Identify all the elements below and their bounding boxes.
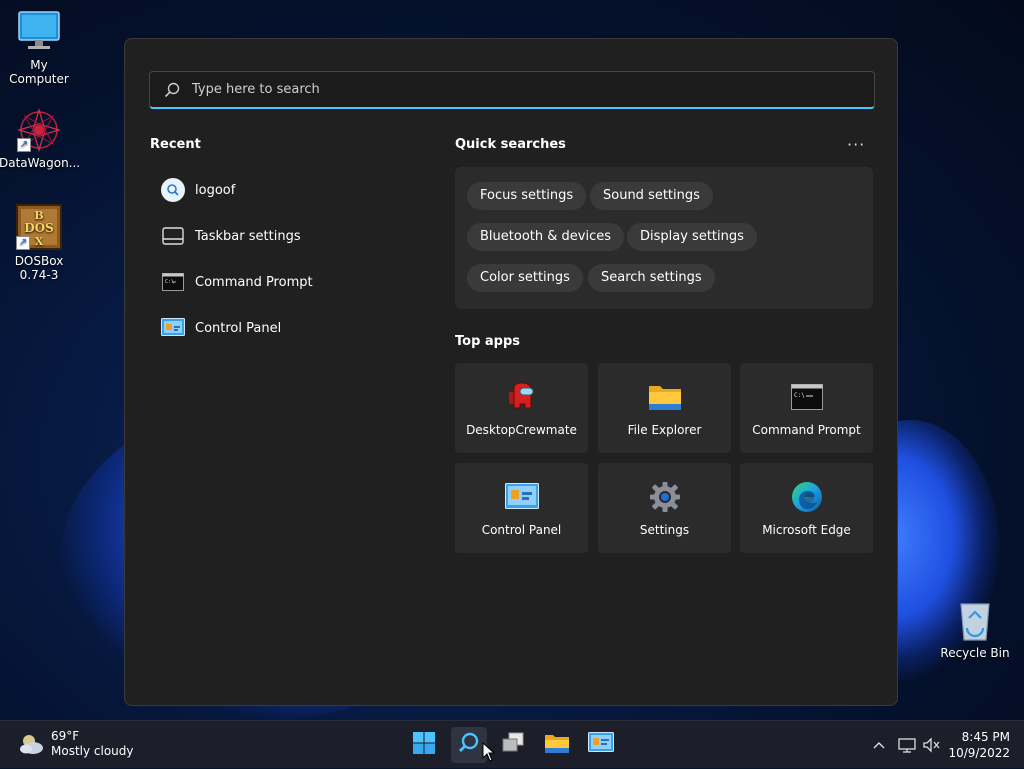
app-tile-command-prompt[interactable]: C:\ Command Prompt <box>740 363 873 453</box>
folder-icon <box>544 732 570 758</box>
recent-item-command-prompt[interactable]: C:\ Command Prompt <box>151 259 421 305</box>
show-hidden-icons-button[interactable] <box>872 721 886 769</box>
taskbar-file-explorer[interactable] <box>539 727 575 763</box>
app-tile-label: File Explorer <box>627 423 702 437</box>
start-button[interactable] <box>406 727 442 763</box>
recent-item-label: logoof <box>195 182 236 198</box>
app-tile-label: Control Panel <box>481 523 562 537</box>
recent-item-logoof[interactable]: logoof <box>151 167 421 213</box>
svg-text:DOS: DOS <box>24 221 54 235</box>
recent-item-label: Command Prompt <box>195 274 313 290</box>
search-icon <box>161 178 185 202</box>
folder-icon <box>647 379 683 415</box>
command-prompt-icon: C:\ <box>789 379 825 415</box>
clock-time: 8:45 PM <box>961 730 1010 744</box>
chip-sound-settings[interactable]: Sound settings <box>590 182 713 210</box>
task-view-icon <box>501 732 525 758</box>
chip-search-settings[interactable]: Search settings <box>588 264 715 292</box>
weather-desc: Mostly cloudy <box>51 744 134 758</box>
app-tile-desktopcrewmate[interactable]: DesktopCrewmate <box>455 363 588 453</box>
edge-icon <box>789 479 825 515</box>
app-tile-label: DesktopCrewmate <box>466 423 577 437</box>
recent-item-control-panel[interactable]: Control Panel <box>151 305 421 351</box>
chip-display-settings[interactable]: Display settings <box>627 223 757 251</box>
more-options-button[interactable]: ··· <box>847 135 865 154</box>
network-icon <box>898 738 916 753</box>
control-panel-icon <box>588 732 614 758</box>
datawagon-icon: ↗ <box>16 107 62 153</box>
desktop-icon-label: Recycle Bin <box>940 646 1010 660</box>
control-panel-icon <box>161 316 185 340</box>
volume-muted-icon <box>923 737 940 753</box>
task-view-button[interactable] <box>495 727 531 763</box>
svg-text:X: X <box>35 235 44 248</box>
app-tile-control-panel[interactable]: Control Panel <box>455 463 588 553</box>
search-input[interactable] <box>190 81 794 98</box>
desktop-icon-recycle-bin[interactable]: Recycle Bin <box>935 598 1015 660</box>
app-tile-file-explorer[interactable]: File Explorer <box>598 363 731 453</box>
windows-logo-icon <box>412 731 436 759</box>
clock-date: 10/9/2022 <box>948 746 1010 760</box>
search-box[interactable] <box>149 71 875 109</box>
shortcut-arrow-icon: ↗ <box>16 236 30 250</box>
taskbar-control-panel[interactable] <box>583 727 619 763</box>
app-tile-settings[interactable]: Settings <box>598 463 731 553</box>
chevron-up-icon <box>873 742 885 749</box>
command-prompt-icon: C:\ <box>161 270 185 294</box>
desktop-icon-label: My Computer <box>9 58 69 86</box>
recent-title: Recent <box>150 137 201 152</box>
desktop-icon-label: DOSBox 0.74-3 <box>14 254 64 282</box>
search-panel: Recent logoof Taskbar settings C:\ Comma… <box>124 38 898 706</box>
desktop-icon-label: DataWagon... <box>0 156 81 170</box>
monitor-icon <box>17 10 61 54</box>
chip-bluetooth-devices[interactable]: Bluetooth & devices <box>467 223 624 251</box>
desktop-icon-dosbox[interactable]: B DOS X ↗ DOSBox 0.74-3 <box>0 204 79 282</box>
desktop-icon-my-computer[interactable]: My Computer <box>0 10 79 86</box>
gear-icon <box>647 479 683 515</box>
clock[interactable]: 8:45 PM 10/9/2022 <box>948 729 1010 761</box>
chip-color-settings[interactable]: Color settings <box>467 264 583 292</box>
quick-searches-box: Focus settings Sound settings Bluetooth … <box>455 167 873 309</box>
recent-list: logoof Taskbar settings C:\ Command Prom… <box>151 167 421 351</box>
svg-text:C:\: C:\ <box>794 392 805 399</box>
search-icon <box>164 82 180 98</box>
recent-item-label: Taskbar settings <box>195 228 301 244</box>
network-button[interactable] <box>898 721 916 769</box>
app-tile-microsoft-edge[interactable]: Microsoft Edge <box>740 463 873 553</box>
taskbar-icon <box>161 224 185 248</box>
desktop-icon-datawagon[interactable]: ↗ DataWagon... <box>0 107 81 170</box>
crewmate-icon <box>504 379 540 415</box>
cloudy-moon-icon <box>18 733 44 755</box>
app-tile-label: Microsoft Edge <box>762 523 851 537</box>
app-tile-label: Settings <box>639 523 690 537</box>
chip-focus-settings[interactable]: Focus settings <box>467 182 587 210</box>
quick-searches-title: Quick searches <box>455 137 566 152</box>
weather-temp: 69°F <box>51 729 80 743</box>
control-panel-icon <box>504 479 540 515</box>
taskbar: 69°F Mostly cloudy 8:45 PM 10/9/2022 <box>0 720 1024 768</box>
dosbox-icon: B DOS X ↗ <box>16 204 62 250</box>
shortcut-arrow-icon: ↗ <box>17 138 31 152</box>
recent-item-label: Control Panel <box>195 320 282 336</box>
top-apps-title: Top apps <box>455 334 521 349</box>
recycle-bin-icon <box>953 598 997 642</box>
search-icon <box>457 731 481 759</box>
app-tile-label: Command Prompt <box>752 423 861 437</box>
volume-button[interactable] <box>922 721 940 769</box>
recent-item-taskbar-settings[interactable]: Taskbar settings <box>151 213 421 259</box>
